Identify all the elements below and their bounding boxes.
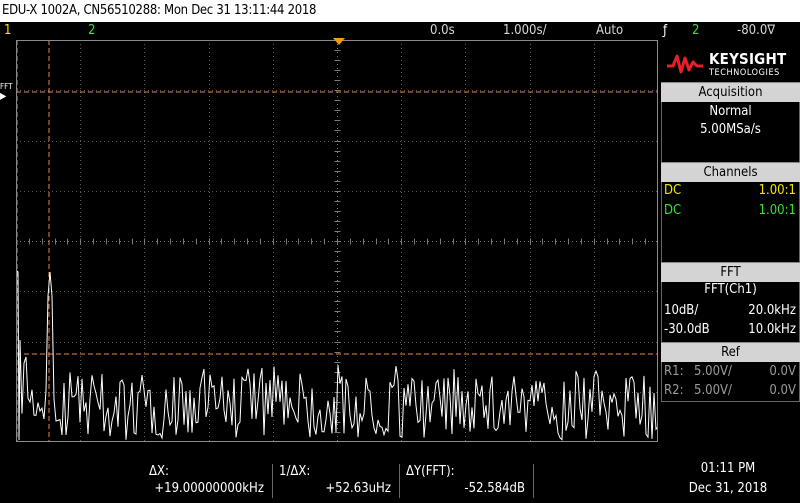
fft-reference-arrow-icon: ▸ <box>0 88 7 104</box>
keysight-wave-icon <box>667 54 703 74</box>
fft-panel[interactable]: FFT(Ch1) 10dB/ 20.0kHz -30.0dB 10.0kHz <box>661 282 800 342</box>
delta-x-measurement[interactable]: ΔX: +19.00000000kHz <box>143 464 273 498</box>
side-panel: KEYSIGHT TECHNOLOGIES Acquisition Normal… <box>661 40 800 442</box>
channel-2-coupling: DC <box>664 203 682 218</box>
fft-header[interactable]: FFT <box>661 262 800 282</box>
channel-1-row[interactable]: DC 1.00:1 <box>664 182 796 200</box>
trigger-edge-icon: ƒ <box>663 23 668 38</box>
delta-x-value: +19.00000000kHz <box>154 481 264 496</box>
ref-2-label: R2: <box>664 383 684 398</box>
fft-source: FFT(Ch1) <box>704 282 757 297</box>
measurement-bar: ΔX: +19.00000000kHz 1/ΔX: +52.63uHz ΔY(F… <box>0 442 800 503</box>
inverse-delta-x-value: +52.63uHz <box>325 481 391 496</box>
time-offset[interactable]: 0.0s <box>430 22 455 40</box>
clock-time: 01:11 PM <box>700 461 756 476</box>
ref-2-offset: 0.0V <box>769 383 796 398</box>
acquisition-panel[interactable]: Normal 5.00MSa/s <box>661 102 800 162</box>
channel-2-probe: 1.00:1 <box>758 203 796 218</box>
fft-span: 20.0kHz <box>748 303 796 318</box>
brand-name: KEYSIGHT <box>709 50 787 68</box>
status-bar: 1 2 0.0s 1.000s/ Auto ƒ 2 -80.0∇ <box>0 22 800 40</box>
acquisition-header[interactable]: Acquisition <box>661 82 800 102</box>
timebase[interactable]: 1.000s/ <box>503 22 547 40</box>
keysight-logo: KEYSIGHT TECHNOLOGIES <box>661 44 800 82</box>
channel-2-indicator[interactable]: 2 <box>88 22 95 40</box>
fft-scale: 10dB/ <box>664 303 699 318</box>
fft-center: 10.0kHz <box>748 322 796 337</box>
clock: 01:11 PM Dec 31, 2018 <box>672 459 784 499</box>
ref-1-row[interactable]: R1: 5.00V/ 0.0V <box>664 363 796 381</box>
fft-ref-level: -30.0dB <box>664 322 710 337</box>
acquisition-mode: Normal <box>709 104 752 119</box>
graticule-and-trace <box>16 40 658 442</box>
delta-y-measurement[interactable]: ΔY(FFT): -52.584dB <box>400 464 534 498</box>
inverse-delta-x-label: 1/ΔX: <box>279 464 311 479</box>
trigger-level[interactable]: -80.0∇ <box>737 22 775 40</box>
delta-x-label: ΔX: <box>149 464 169 479</box>
channel-1-probe: 1.00:1 <box>758 183 796 198</box>
trigger-position-marker[interactable] <box>333 38 345 45</box>
ref-1-scale: 5.00V/ <box>694 364 732 379</box>
window-title: EDU-X 1002A, CN56510288: Mon Dec 31 13:1… <box>0 0 800 22</box>
brand-sub: TECHNOLOGIES <box>709 68 780 78</box>
ref-2-row[interactable]: R2: 5.00V/ 0.0V <box>664 382 796 400</box>
channel-1-indicator[interactable]: 1 <box>4 22 11 40</box>
ref-1-label: R1: <box>664 364 684 379</box>
channel-1-coupling: DC <box>664 183 682 198</box>
channels-panel[interactable]: DC 1.00:1 DC 1.00:1 <box>661 182 800 264</box>
clock-date: Dec 31, 2018 <box>688 481 768 496</box>
waveform-display[interactable]: FFT ▸ <box>0 38 658 442</box>
sample-rate: 5.00MSa/s <box>700 122 761 137</box>
ref-panel[interactable]: R1: 5.00V/ 0.0V R2: 5.00V/ 0.0V <box>661 362 800 402</box>
ref-2-scale: 5.00V/ <box>694 383 732 398</box>
ref-1-offset: 0.0V <box>769 364 796 379</box>
ref-header[interactable]: Ref <box>661 342 800 362</box>
trigger-source[interactable]: 2 <box>692 22 699 40</box>
channel-2-row[interactable]: DC 1.00:1 <box>664 202 796 220</box>
trigger-mode[interactable]: Auto <box>596 22 623 40</box>
channels-header[interactable]: Channels <box>661 162 800 182</box>
fft-trace <box>16 269 658 441</box>
delta-y-label: ΔY(FFT): <box>406 464 455 479</box>
delta-y-value: -52.584dB <box>464 481 525 496</box>
inverse-delta-x-measurement[interactable]: 1/ΔX: +52.63uHz <box>273 464 400 498</box>
